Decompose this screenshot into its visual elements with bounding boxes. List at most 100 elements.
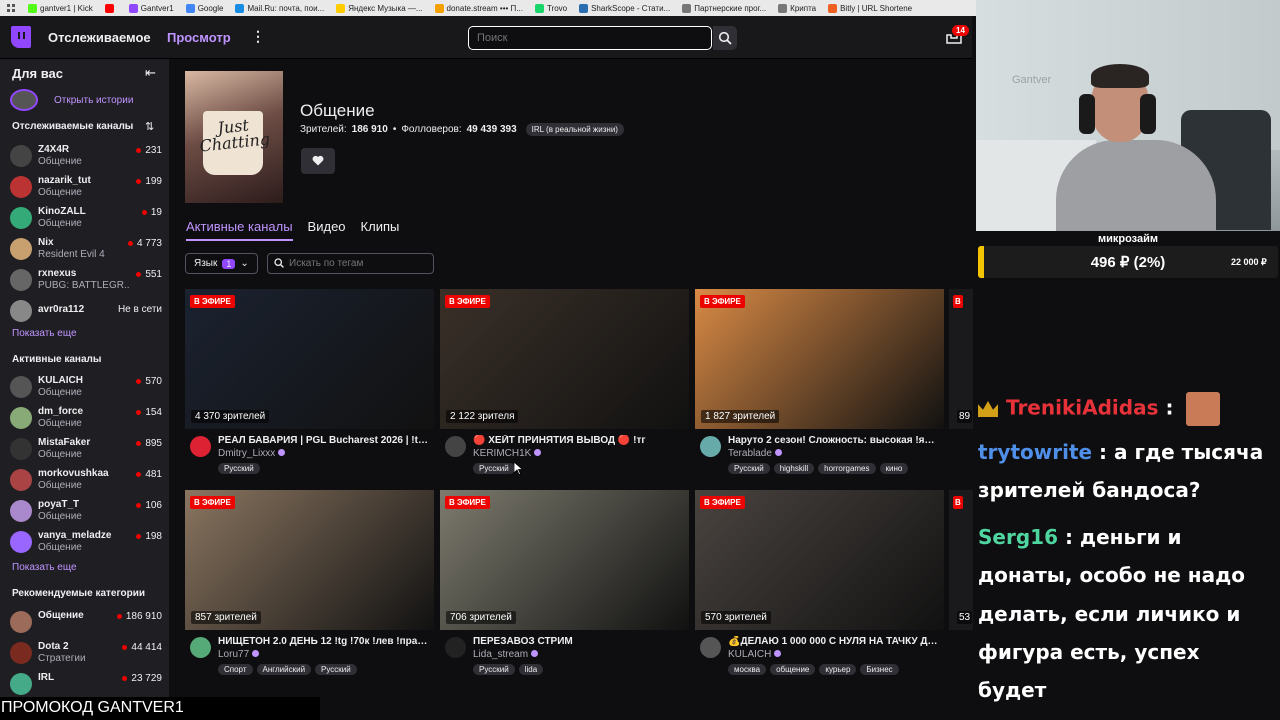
stream-card[interactable]: В ЭФИРЕ 570 зрителей 💰ДЕЛАЮ 1 000 000 С НУ… [695, 490, 944, 680]
channel-avatar[interactable] [445, 436, 466, 457]
stream-card[interactable]: В ЭФИРЕ 1 827 зрителей Наруто 2 сезон! Сло… [695, 289, 944, 479]
stream-tag[interactable]: курьер [819, 664, 857, 675]
bookmark-item[interactable]: Google [180, 3, 230, 13]
stories-row[interactable]: Открыть истории [10, 89, 133, 111]
stream-card-peek[interactable]: В 53 [949, 490, 973, 630]
sidebar-channel-active[interactable]: dm_force Общение 154 [10, 405, 162, 431]
stream-title[interactable]: ПЕРЕЗАВОЗ СТРИМ [473, 636, 685, 647]
stream-tag[interactable]: horrorgames [818, 463, 876, 474]
collapse-sidebar-icon[interactable]: ⇤ [145, 65, 156, 81]
search-input[interactable] [468, 26, 712, 50]
channel-avatar[interactable] [700, 637, 721, 658]
channel-name[interactable]: KERIMCH1K [473, 448, 542, 459]
sort-icon[interactable]: ⇅ [145, 120, 154, 133]
stream-tag[interactable]: Русский [728, 463, 770, 474]
bookmark-item[interactable]: Крипта [772, 3, 822, 13]
sidebar-channel-recommended[interactable]: IRL 23 729 [10, 671, 162, 697]
viewer-count: 89 [957, 410, 973, 423]
sidebar-channel-followed[interactable]: nazarik_tut Общение 199 [10, 174, 162, 200]
stream-title[interactable]: НИЩЕТОН 2.0 ДЕНЬ 12 !tg !70к !лев !прави… [218, 636, 430, 647]
sidebar-channel-recommended[interactable]: Dota 2 Стратегии 44 414 [10, 640, 162, 666]
channel-name-text: Dmitry_Lixxx [218, 448, 276, 459]
live-dot-icon [136, 441, 142, 446]
apps-icon[interactable] [0, 3, 22, 13]
bookmark-item[interactable]: Trovo [529, 3, 573, 13]
stream-tag[interactable]: highskill [773, 463, 815, 474]
category-box-art: Just Chatting [185, 71, 283, 203]
sidebar-channel-followed[interactable]: Nix Resident Evil 4 4 773 [10, 236, 162, 262]
sidebar-channel-recommended[interactable]: Общение 186 910 [10, 609, 162, 635]
stream-thumbnail[interactable]: В ЭФИРЕ 706 зрителей [440, 490, 689, 630]
stream-title[interactable]: Наруто 2 сезон! Сложность: высокая !янде… [728, 435, 940, 446]
stream-tag[interactable]: москва [728, 664, 767, 675]
bookmark-item[interactable]: SharkScope - Стати... [573, 3, 676, 13]
channel-avatar[interactable] [190, 637, 211, 658]
bookmark-item[interactable]: Mail.Ru: почта, пои... [229, 3, 330, 13]
tab-live-channels[interactable]: Активные каналы [186, 219, 293, 241]
sidebar-channel-active[interactable]: MistaFaker Общение 895 [10, 436, 162, 462]
bookmark-item[interactable]: Партнерские прог... [676, 3, 772, 13]
channel-avatar[interactable] [445, 637, 466, 658]
channel-avatar[interactable] [190, 436, 211, 457]
sidebar-channel-followed[interactable]: avr0ra112 Не в сети [10, 298, 162, 324]
sidebar-channel-followed[interactable]: Z4X4R Общение 231 [10, 143, 162, 169]
stream-tag[interactable]: Русский [315, 664, 357, 675]
stream-card[interactable]: В ЭФИРЕ 2 122 зрителя 🔴 ХЕЙТ ПРИНЯТИЯ ВЫВО… [440, 289, 689, 479]
stream-thumbnail[interactable]: В ЭФИРЕ 857 зрителей [185, 490, 434, 630]
stream-title[interactable]: 💰ДЕЛАЮ 1 000 000 С НУЛЯ НА ТАЧКУ ДЕ... [728, 636, 940, 647]
stream-title[interactable]: 🔴 ХЕЙТ ПРИНЯТИЯ ВЫВОД 🔴 !тг [473, 435, 685, 446]
channel-avatar[interactable] [700, 436, 721, 457]
nav-following-link[interactable]: Отслеживаемое [48, 30, 151, 45]
stream-title[interactable]: РЕАЛ БАВАРИЯ | PGL Bucharest 2026 | !tg … [218, 435, 430, 446]
bookmark-item[interactable]: Bitly | URL Shortene [822, 3, 918, 13]
category-tag[interactable]: IRL (в реальной жизни) [525, 123, 624, 136]
bookmark-item[interactable]: donate.stream ••• П... [429, 3, 529, 13]
sidebar-channel-followed[interactable]: rxnexus PUBG: BATTLEGR... 551 [10, 267, 162, 293]
stream-card-peek[interactable]: В 89 [949, 289, 973, 429]
bookmark-item[interactable]: Gantver1 [123, 3, 180, 13]
channel-name[interactable]: Loru77 [218, 649, 260, 660]
sidebar-channel-active[interactable]: morkovushkaa Общение 481 [10, 467, 162, 493]
stream-card[interactable]: В ЭФИРЕ 706 зрителей ПЕРЕЗАВОЗ СТРИМ Lida_s… [440, 490, 689, 680]
tag-search-input[interactable] [267, 253, 434, 274]
channel-viewers: 4 773 [127, 238, 162, 249]
bookmark-item[interactable]: Яндекс Музыка —... [330, 3, 428, 13]
stream-thumbnail[interactable]: В ЭФИРЕ 1 827 зрителей [695, 289, 944, 429]
tab-videos[interactable]: Видео [308, 219, 346, 241]
stream-tag[interactable]: Русский [473, 664, 515, 675]
stream-tag[interactable]: Русский [218, 463, 260, 474]
channel-name[interactable]: Lida_stream [473, 649, 539, 660]
stream-tag[interactable]: Спорт [218, 664, 253, 675]
stream-tag[interactable]: Русский [473, 463, 515, 474]
stream-thumbnail[interactable]: В ЭФИРЕ 4 370 зрителей [185, 289, 434, 429]
show-more-active-link[interactable]: Показать еще [12, 562, 77, 573]
search-button[interactable] [713, 26, 737, 50]
stream-tag[interactable]: lida [518, 664, 544, 675]
more-menu-icon[interactable]: ⋮ [251, 28, 265, 45]
nav-browse-link[interactable]: Просмотр [167, 30, 231, 45]
channel-name[interactable]: Terablade [728, 448, 782, 459]
stream-thumbnail[interactable]: В ЭФИРЕ 570 зрителей [695, 490, 944, 630]
stream-card[interactable]: В ЭФИРЕ 4 370 зрителей РЕАЛ БАВАРИЯ | PGL … [185, 289, 434, 479]
show-more-followed-link[interactable]: Показать еще [12, 328, 77, 339]
sidebar-channel-followed[interactable]: KinoZALL Общение 19 [10, 205, 162, 231]
tab-clips[interactable]: Клипы [361, 219, 400, 241]
bookmark-item[interactable] [99, 3, 123, 13]
stream-tags: Русский lida [473, 664, 544, 675]
sidebar-channel-active[interactable]: KULAICH Общение 570 [10, 374, 162, 400]
stream-card[interactable]: В ЭФИРЕ 857 зрителей НИЩЕТОН 2.0 ДЕНЬ 12 !… [185, 490, 434, 680]
sidebar-channel-active[interactable]: vanya_meladze Общение 198 [10, 529, 162, 555]
stream-tag[interactable]: общение [770, 664, 816, 675]
stream-tag[interactable]: кино [879, 463, 909, 474]
stream-tag[interactable]: Бизнес [860, 664, 899, 675]
stream-thumbnail[interactable]: В ЭФИРЕ 2 122 зрителя [440, 289, 689, 429]
sidebar-channel-active[interactable]: poyaT_T Общение 106 [10, 498, 162, 524]
follow-category-button[interactable] [301, 148, 335, 174]
channel-name[interactable]: Dmitry_Lixxx [218, 448, 286, 459]
channel-name[interactable]: KULAICH [728, 649, 782, 660]
bookmark-item[interactable]: gantver1 | Kick [22, 3, 99, 13]
language-filter-button[interactable]: Язык 1 ⌄ [185, 253, 258, 274]
twitch-logo-icon[interactable] [11, 26, 31, 48]
stream-tag[interactable]: Английский [256, 664, 312, 675]
bookmark-label: Bitly | URL Shortene [840, 3, 913, 13]
